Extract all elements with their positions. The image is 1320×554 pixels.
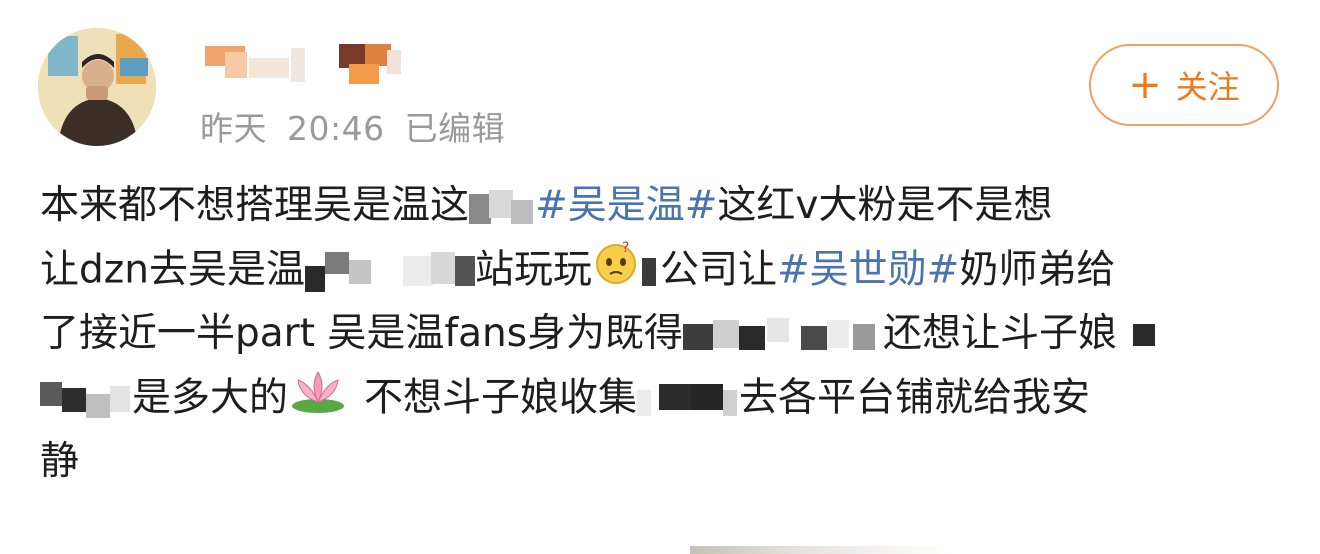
text-segment: 让dzn去吴是温 [40,247,305,293]
thinking-emoji-icon: ? [592,238,640,306]
content-line-3: 了接近一半part 吴是温fans身为既得 还想让斗子娘 [40,302,1290,366]
text-segment: 本来都不想搭理吴是温这 [40,183,470,228]
mosaic-mask [304,252,475,292]
mosaic-mask [1133,316,1159,356]
post-time: 20:46 [287,109,385,148]
post-content: 本来都不想搭理吴是温这 #吴是温#这红v大粉是不是想 让dzn去吴是温 站玩玩 … [40,174,1290,494]
mosaic-mask [640,252,660,292]
text-segment: 还想让斗子娘 [883,311,1118,356]
avatar-image [38,28,156,146]
text-segment: 奶师弟给 [959,247,1116,293]
lotus-icon [288,366,348,434]
text-segment: 公司让 [659,247,777,293]
mosaic-mask [683,316,883,356]
text-segment: 了接近一半part 吴是温fans身为既得 [40,311,684,356]
svg-text:?: ? [622,240,629,256]
mosaic-mask [469,188,535,228]
follow-label: 关注 [1175,68,1240,106]
post-date: 昨天 [200,109,267,148]
post-meta: 昨天 20:46 已编辑 [200,102,525,150]
content-line-4: 是多大的 不想斗子娘收集 去各平台铺就给我安 [40,366,1290,430]
username-masked[interactable] [205,40,415,84]
image-preview-edge [690,546,950,554]
content-line-1: 本来都不想搭理吴是温这 #吴是温#这红v大粉是不是想 [40,174,1290,238]
text-segment: 去各平台铺就给我安 [739,375,1091,421]
hashtag-wushiwen[interactable]: #吴是温# [535,183,717,228]
text-segment: 这红v大粉是不是想 [717,183,1053,228]
content-line-5: 静 [40,430,1290,494]
follow-button[interactable]: + 关注 [1089,44,1279,126]
edited-label: 已编辑 [404,109,506,148]
text-segment: 静 [40,439,80,484]
content-line-2: 让dzn去吴是温 站玩玩 ? 公司让#吴世勋#奶师弟给 [40,238,1290,302]
mosaic-mask [637,380,739,420]
text-segment: 不想斗子娘收集 [364,375,638,421]
plus-icon: + [1128,62,1162,108]
text-segment: 站玩玩 [474,247,592,293]
avatar[interactable] [38,28,156,146]
text-segment: 是多大的 [132,375,289,421]
hashtag-wushixun[interactable]: #吴世勋# [777,248,959,293]
mosaic-mask [40,380,132,420]
